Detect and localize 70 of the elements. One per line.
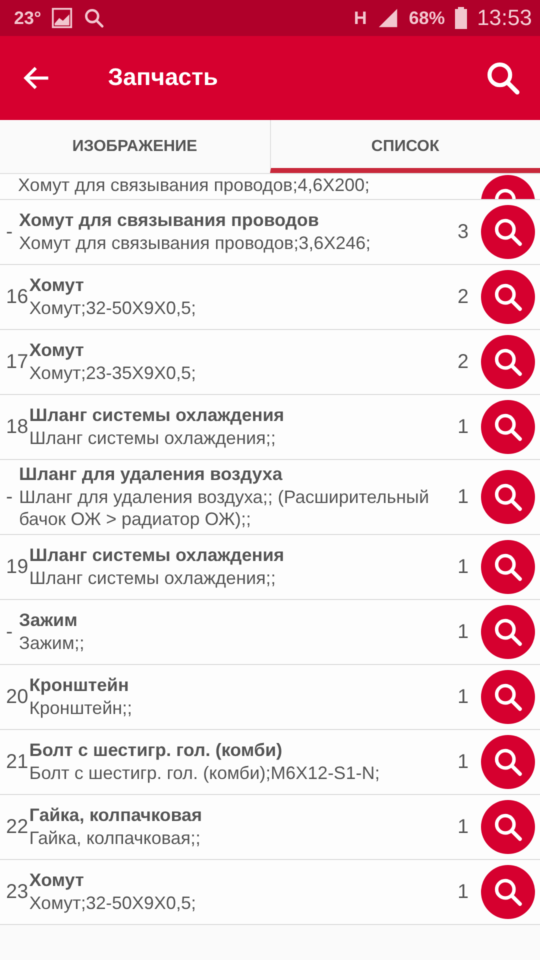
part-description: Хомут;32-50X9X0,5; — [29, 298, 197, 320]
part-name: Хомут — [29, 340, 85, 361]
image-icon — [51, 7, 74, 29]
part-name: Зажим — [19, 610, 78, 631]
part-description: Гайка, колпачковая;; — [29, 828, 202, 850]
search-icon — [492, 411, 524, 443]
battery-percent: 68% — [408, 8, 445, 28]
quantity: 1 — [456, 620, 470, 644]
position-number: 23 — [6, 880, 28, 904]
part-description: Зажим;; — [19, 632, 86, 654]
part-name: Шланг системы охлаждения — [29, 544, 286, 566]
quantity: 1 — [456, 416, 470, 438]
part-description: Хомут;23-35X9X0,5; — [29, 362, 197, 384]
search-icon — [492, 876, 524, 908]
battery-icon — [454, 7, 467, 29]
part-name: Хомут — [29, 274, 85, 296]
position-number: 21 — [6, 750, 28, 774]
search-button[interactable] — [481, 205, 535, 259]
position-number: - — [6, 220, 14, 244]
screen-title: Запчасть — [108, 64, 220, 92]
part-description: Шланг для удаления воздуха;; (Расширительный бачок ОЖ > радиатор ОЖ);; — [19, 487, 430, 530]
quantity: 1 — [456, 880, 470, 904]
search-icon — [492, 281, 524, 313]
search-icon — [492, 551, 524, 584]
position-number: - — [6, 620, 14, 644]
part-description: Хомут для связывания проводов;3,6X246; — [19, 232, 372, 254]
part-name: Шланг системы охлаждения — [29, 404, 286, 426]
quantity: 2 — [456, 286, 470, 308]
part-description: Болт с шестигр. гол. (комби);M6X12-S1-N; — [29, 762, 381, 784]
search-icon — [492, 746, 524, 778]
part-name: Кронштейн — [29, 674, 130, 696]
part-description: Шланг системы охлаждения;; — [29, 568, 277, 590]
search-icon — [492, 811, 524, 844]
part-description: Шланг системы охлаждения;; — [29, 428, 277, 450]
part-name: Хомут — [29, 870, 85, 891]
temperature: 23° — [14, 8, 42, 28]
position-number: 16 — [6, 286, 28, 308]
clock: 13:53 — [476, 5, 532, 31]
position-number: - — [6, 486, 14, 509]
signal-icon — [376, 7, 399, 29]
part-name: Болт с шестигр. гол. (комби) — [29, 740, 284, 761]
quantity: 1 — [456, 486, 470, 509]
quantity: 1 — [456, 750, 470, 774]
position-number: 20 — [6, 686, 28, 709]
network-type: H — [354, 8, 367, 28]
search-icon — [492, 616, 524, 648]
position-number: 17 — [6, 350, 28, 374]
position-number: 18 — [6, 416, 28, 438]
part-description: Хомут для связывания проводов;4,6X200; — [18, 175, 371, 197]
part-description: Кронштейн;; — [29, 698, 134, 720]
quantity: 3 — [456, 220, 470, 244]
quantity: 1 — [456, 556, 470, 579]
search-icon — [492, 481, 524, 514]
search-icon — [492, 216, 524, 248]
quantity: 1 — [456, 686, 470, 709]
part-name: Хомут для связывания проводов — [19, 210, 320, 231]
part-name: Шланг для удаления воздуха — [19, 464, 284, 485]
search-button[interactable] — [481, 270, 535, 324]
search-icon — [492, 681, 524, 714]
tab[interactable]: ИЗОБРАЖЕНИЕ — [0, 120, 270, 173]
position-number: 19 — [6, 556, 28, 579]
part-name: Гайка, колпачковая — [29, 804, 204, 826]
quantity: 2 — [456, 350, 470, 374]
search-button[interactable] — [481, 335, 535, 389]
position-number: 22 — [6, 816, 28, 839]
part-description: Хомут;32-50X9X0,5; — [29, 892, 197, 914]
search-icon — [492, 346, 524, 378]
quantity: 1 — [456, 816, 470, 839]
search-icon — [83, 7, 106, 29]
search-button[interactable] — [481, 400, 535, 454]
